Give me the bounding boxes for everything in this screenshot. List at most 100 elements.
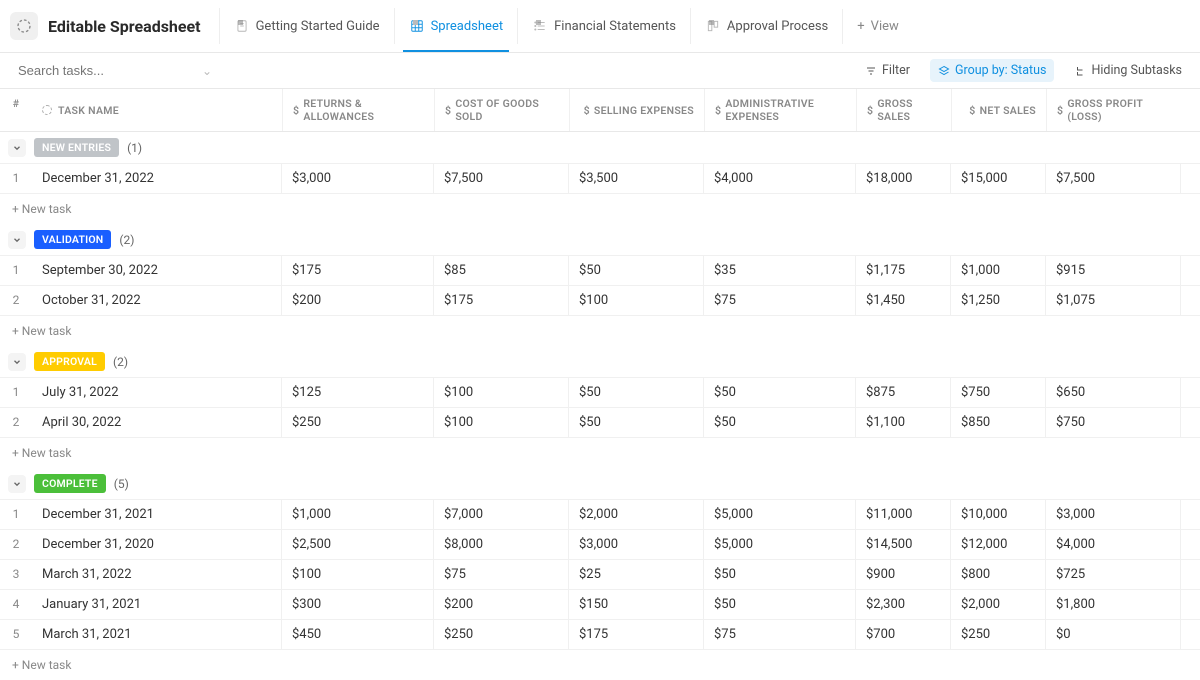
cell-gross-profit[interactable]: $725 xyxy=(1046,560,1181,589)
cell-gross-profit[interactable]: $3,000 xyxy=(1046,500,1181,529)
cell-gross-profit[interactable]: $7,500 xyxy=(1046,164,1181,193)
table-row[interactable]: 1 December 31, 2022 $3,000 $7,500 $3,500… xyxy=(0,163,1200,194)
cell-gross-sales[interactable]: $875 xyxy=(856,378,951,407)
table-row[interactable]: 1 December 31, 2021 $1,000 $7,000 $2,000… xyxy=(0,499,1200,530)
cell-gross-sales[interactable]: $18,000 xyxy=(856,164,951,193)
cell-selling[interactable]: $50 xyxy=(569,378,704,407)
col-cogs[interactable]: $COST OF GOODS SOLD xyxy=(434,89,569,131)
cell-returns[interactable]: $175 xyxy=(282,256,434,285)
cell-cogs[interactable]: $100 xyxy=(434,378,569,407)
col-selling[interactable]: $SELLING EXPENSES xyxy=(569,89,704,131)
cell-taskname[interactable]: March 31, 2021 xyxy=(32,620,282,649)
table-row[interactable]: 1 July 31, 2022 $125 $100 $50 $50 $875 $… xyxy=(0,377,1200,408)
cell-admin[interactable]: $50 xyxy=(704,378,856,407)
cell-admin[interactable]: $75 xyxy=(704,286,856,315)
table-row[interactable]: 3 March 31, 2022 $100 $75 $25 $50 $900 $… xyxy=(0,560,1200,590)
cell-taskname[interactable]: October 31, 2022 xyxy=(32,286,282,315)
collapse-button[interactable] xyxy=(8,231,26,249)
cell-cogs[interactable]: $7,000 xyxy=(434,500,569,529)
cell-net-sales[interactable]: $250 xyxy=(951,620,1046,649)
cell-net-sales[interactable]: $1,250 xyxy=(951,286,1046,315)
cell-net-sales[interactable]: $1,000 xyxy=(951,256,1046,285)
search-input[interactable] xyxy=(18,63,194,78)
cell-cogs[interactable]: $75 xyxy=(434,560,569,589)
col-net-sales[interactable]: $NET SALES xyxy=(951,89,1046,131)
cell-gross-sales[interactable]: $700 xyxy=(856,620,951,649)
filter-button[interactable]: Filter xyxy=(857,59,918,82)
cell-net-sales[interactable]: $750 xyxy=(951,378,1046,407)
status-badge[interactable]: NEW ENTRIES xyxy=(34,138,119,157)
table-row[interactable]: 2 October 31, 2022 $200 $175 $100 $75 $1… xyxy=(0,286,1200,316)
cell-selling[interactable]: $175 xyxy=(569,620,704,649)
table-row[interactable]: 2 December 31, 2020 $2,500 $8,000 $3,000… xyxy=(0,530,1200,560)
tab-financial-statements[interactable]: Financial Statements xyxy=(517,8,690,44)
cell-taskname[interactable]: December 31, 2020 xyxy=(32,530,282,559)
cell-admin[interactable]: $50 xyxy=(704,560,856,589)
col-gross-profit[interactable]: $GROSS PROFIT (LOSS) xyxy=(1046,89,1181,131)
cell-taskname[interactable]: December 31, 2022 xyxy=(32,164,282,193)
cell-selling[interactable]: $50 xyxy=(569,256,704,285)
hiding-subtasks-button[interactable]: Hiding Subtasks xyxy=(1066,59,1190,82)
cell-selling[interactable]: $100 xyxy=(569,286,704,315)
cell-returns[interactable]: $450 xyxy=(282,620,434,649)
cell-cogs[interactable]: $175 xyxy=(434,286,569,315)
cell-admin[interactable]: $50 xyxy=(704,408,856,437)
cell-gross-profit[interactable]: $0 xyxy=(1046,620,1181,649)
cell-admin[interactable]: $75 xyxy=(704,620,856,649)
cell-admin[interactable]: $35 xyxy=(704,256,856,285)
cell-selling[interactable]: $2,000 xyxy=(569,500,704,529)
status-badge[interactable]: COMPLETE xyxy=(34,474,106,493)
collapse-button[interactable] xyxy=(8,353,26,371)
cell-cogs[interactable]: $250 xyxy=(434,620,569,649)
col-taskname[interactable]: TASK NAME xyxy=(32,89,282,131)
tab-getting-started-guide[interactable]: Getting Started Guide xyxy=(219,8,394,44)
tab-approval-process[interactable]: Approval Process xyxy=(690,8,842,44)
cell-returns[interactable]: $3,000 xyxy=(282,164,434,193)
status-badge[interactable]: VALIDATION xyxy=(34,230,111,249)
new-task-button[interactable]: + New task xyxy=(0,316,1200,346)
cell-returns[interactable]: $2,500 xyxy=(282,530,434,559)
cell-cogs[interactable]: $100 xyxy=(434,408,569,437)
cell-net-sales[interactable]: $15,000 xyxy=(951,164,1046,193)
cell-net-sales[interactable]: $10,000 xyxy=(951,500,1046,529)
cell-gross-profit[interactable]: $750 xyxy=(1046,408,1181,437)
cell-gross-sales[interactable]: $11,000 xyxy=(856,500,951,529)
cell-admin[interactable]: $5,000 xyxy=(704,530,856,559)
collapse-button[interactable] xyxy=(8,139,26,157)
col-gross-sales[interactable]: $GROSS SALES xyxy=(856,89,951,131)
cell-net-sales[interactable]: $800 xyxy=(951,560,1046,589)
cell-gross-sales[interactable]: $900 xyxy=(856,560,951,589)
group-by-button[interactable]: Group by: Status xyxy=(930,59,1055,82)
tab-spreadsheet[interactable]: Spreadsheet xyxy=(394,8,518,44)
search-wrap[interactable]: ⌄ xyxy=(10,63,210,78)
cell-admin[interactable]: $50 xyxy=(704,590,856,619)
cell-gross-sales[interactable]: $1,450 xyxy=(856,286,951,315)
new-task-button[interactable]: + New task xyxy=(0,194,1200,224)
new-task-button[interactable]: + New task xyxy=(0,438,1200,468)
cell-cogs[interactable]: $85 xyxy=(434,256,569,285)
cell-cogs[interactable]: $7,500 xyxy=(434,164,569,193)
cell-gross-sales[interactable]: $14,500 xyxy=(856,530,951,559)
new-task-button[interactable]: + New task xyxy=(0,650,1200,680)
col-returns[interactable]: $RETURNS & ALLOWANCES xyxy=(282,89,434,131)
cell-gross-sales[interactable]: $1,100 xyxy=(856,408,951,437)
table-row[interactable]: 4 January 31, 2021 $300 $200 $150 $50 $2… xyxy=(0,590,1200,620)
cell-cogs[interactable]: $200 xyxy=(434,590,569,619)
cell-returns[interactable]: $125 xyxy=(282,378,434,407)
cell-taskname[interactable]: September 30, 2022 xyxy=(32,256,282,285)
cell-selling[interactable]: $25 xyxy=(569,560,704,589)
collapse-button[interactable] xyxy=(8,475,26,493)
cell-returns[interactable]: $200 xyxy=(282,286,434,315)
cell-selling[interactable]: $3,000 xyxy=(569,530,704,559)
col-admin[interactable]: $ADMINISTRATIVE EXPENSES xyxy=(704,89,856,131)
cell-returns[interactable]: $250 xyxy=(282,408,434,437)
table-row[interactable]: 1 September 30, 2022 $175 $85 $50 $35 $1… xyxy=(0,255,1200,286)
add-view-button[interactable]: +View xyxy=(842,9,913,44)
cell-returns[interactable]: $1,000 xyxy=(282,500,434,529)
cell-net-sales[interactable]: $12,000 xyxy=(951,530,1046,559)
cell-taskname[interactable]: December 31, 2021 xyxy=(32,500,282,529)
cell-gross-profit[interactable]: $1,800 xyxy=(1046,590,1181,619)
cell-gross-profit[interactable]: $915 xyxy=(1046,256,1181,285)
cell-net-sales[interactable]: $850 xyxy=(951,408,1046,437)
cell-selling[interactable]: $3,500 xyxy=(569,164,704,193)
